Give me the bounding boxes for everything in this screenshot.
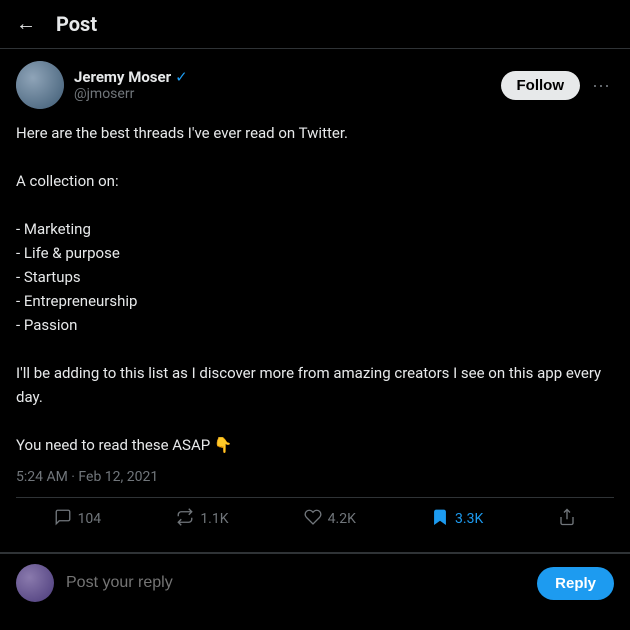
share-stat[interactable] bbox=[558, 508, 576, 530]
bookmark-icon bbox=[431, 508, 449, 530]
likes-count: 4.2K bbox=[328, 511, 356, 527]
stats-row: 104 1.1K 4.2K bbox=[16, 497, 614, 540]
page-title: Post bbox=[56, 12, 97, 36]
share-icon bbox=[558, 508, 576, 530]
user-text: Jeremy Moser ✓ @jmoserr bbox=[74, 68, 188, 102]
bookmarks-stat[interactable]: 3.3K bbox=[431, 508, 483, 530]
bookmarks-count: 3.3K bbox=[455, 511, 483, 527]
user-actions: Follow ··· bbox=[501, 71, 614, 100]
header: ← Post bbox=[0, 0, 630, 49]
comments-count: 104 bbox=[78, 511, 102, 527]
comments-stat[interactable]: 104 bbox=[54, 508, 102, 530]
retweets-count: 1.1K bbox=[200, 511, 228, 527]
user-name: Jeremy Moser bbox=[74, 68, 171, 86]
user-row: Jeremy Moser ✓ @jmoserr Follow ··· bbox=[16, 61, 614, 109]
more-options-button[interactable]: ··· bbox=[588, 71, 614, 100]
verified-icon: ✓ bbox=[175, 68, 188, 86]
tweet-text: Here are the best threads I've ever read… bbox=[16, 121, 614, 457]
tweet-timestamp: 5:24 AM · Feb 12, 2021 bbox=[16, 469, 614, 485]
reply-input[interactable] bbox=[66, 574, 525, 592]
comment-icon bbox=[54, 508, 72, 530]
name-row: Jeremy Moser ✓ bbox=[74, 68, 188, 86]
reply-row: Reply bbox=[0, 553, 630, 612]
user-info: Jeremy Moser ✓ @jmoserr bbox=[16, 61, 188, 109]
back-button[interactable]: ← bbox=[16, 13, 36, 36]
user-handle: @jmoserr bbox=[74, 86, 188, 102]
avatar bbox=[16, 61, 64, 109]
likes-stat[interactable]: 4.2K bbox=[304, 508, 356, 530]
like-icon bbox=[304, 508, 322, 530]
tweet-container: Jeremy Moser ✓ @jmoserr Follow ··· Here … bbox=[0, 49, 630, 553]
reply-button[interactable]: Reply bbox=[537, 567, 614, 600]
retweets-stat[interactable]: 1.1K bbox=[176, 508, 228, 530]
follow-button[interactable]: Follow bbox=[501, 71, 581, 100]
reply-avatar bbox=[16, 564, 54, 602]
retweet-icon bbox=[176, 508, 194, 530]
